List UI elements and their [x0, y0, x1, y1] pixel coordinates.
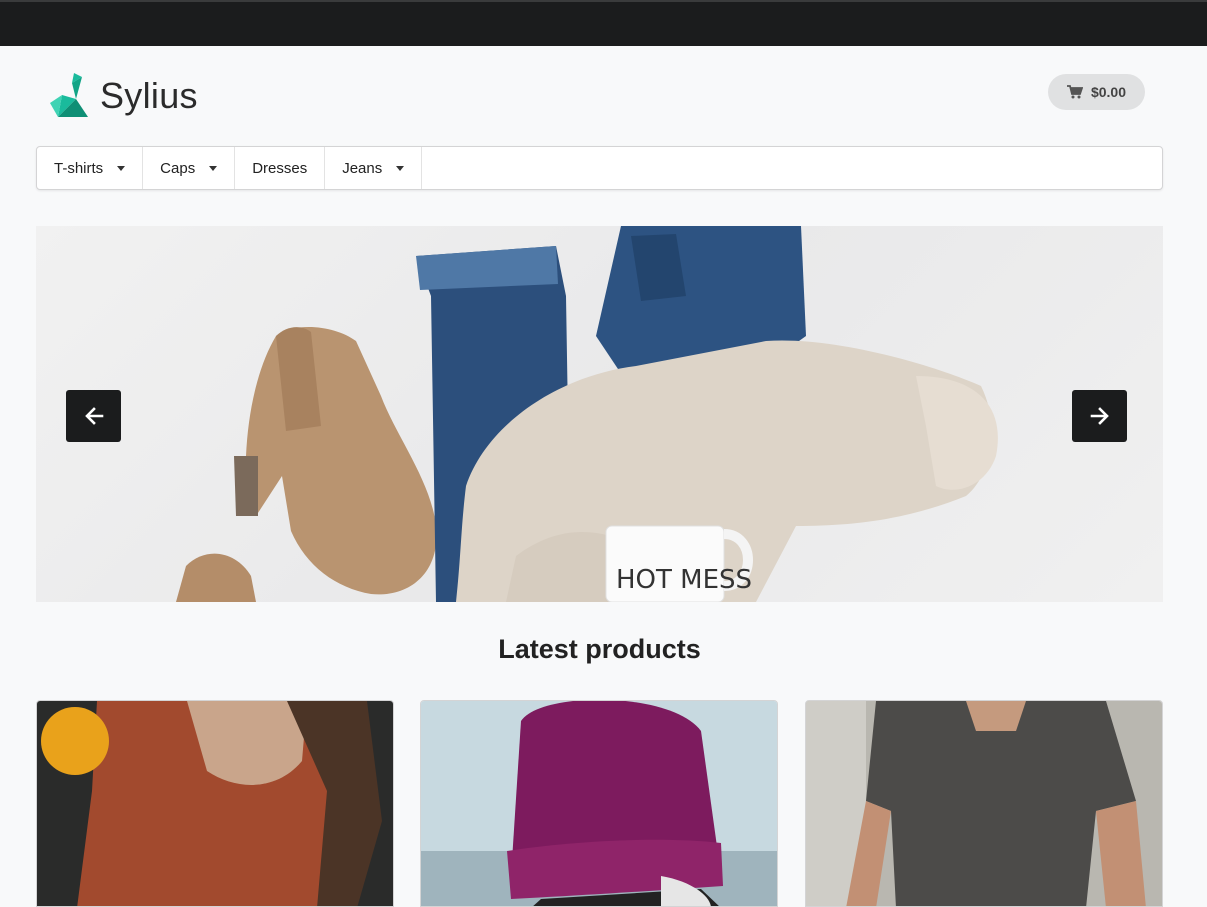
product-image	[806, 701, 1162, 906]
caret-down-icon	[396, 165, 405, 171]
latest-products-title: Latest products	[498, 634, 701, 664]
menu-item-label: T-shirts	[54, 159, 104, 177]
menu-item-jeans[interactable]: Jeans	[325, 147, 423, 189]
brand-name: Sylius	[100, 75, 198, 116]
mug-text: HOT MESS	[616, 565, 752, 595]
menu-item-dresses[interactable]: Dresses	[235, 147, 326, 189]
product-card[interactable]	[420, 700, 778, 907]
menu-item-label: Caps	[160, 159, 196, 177]
cart-total: $0.00	[1090, 84, 1127, 100]
carousel-next-button[interactable]	[1072, 390, 1127, 442]
arrow-right-icon	[1090, 407, 1109, 425]
hero-image: HOT MESS	[176, 226, 998, 602]
arrow-left-icon	[84, 407, 103, 425]
cart-icon	[1066, 85, 1083, 99]
main-menu: T-shirts Caps Dresses Jeans	[36, 146, 1163, 190]
product-image	[37, 701, 393, 906]
logo[interactable]: Sylius	[48, 72, 198, 120]
menu-item-label: Dresses	[252, 159, 308, 177]
product-card[interactable]	[805, 700, 1163, 907]
top-bar	[0, 0, 1207, 46]
product-image	[421, 701, 777, 906]
carousel-prev-button[interactable]	[66, 390, 121, 442]
caret-down-icon	[117, 165, 126, 171]
menu-item-caps[interactable]: Caps	[143, 147, 236, 189]
menu-item-tshirts[interactable]: T-shirts	[37, 147, 144, 189]
menu-item-label: Jeans	[342, 159, 383, 177]
product-card[interactable]	[36, 700, 394, 907]
cart-button[interactable]: $0.00	[1048, 74, 1145, 110]
caret-down-icon	[209, 165, 218, 171]
sylius-swan-icon	[50, 73, 88, 117]
hero-carousel: HOT MESS	[36, 226, 1163, 602]
